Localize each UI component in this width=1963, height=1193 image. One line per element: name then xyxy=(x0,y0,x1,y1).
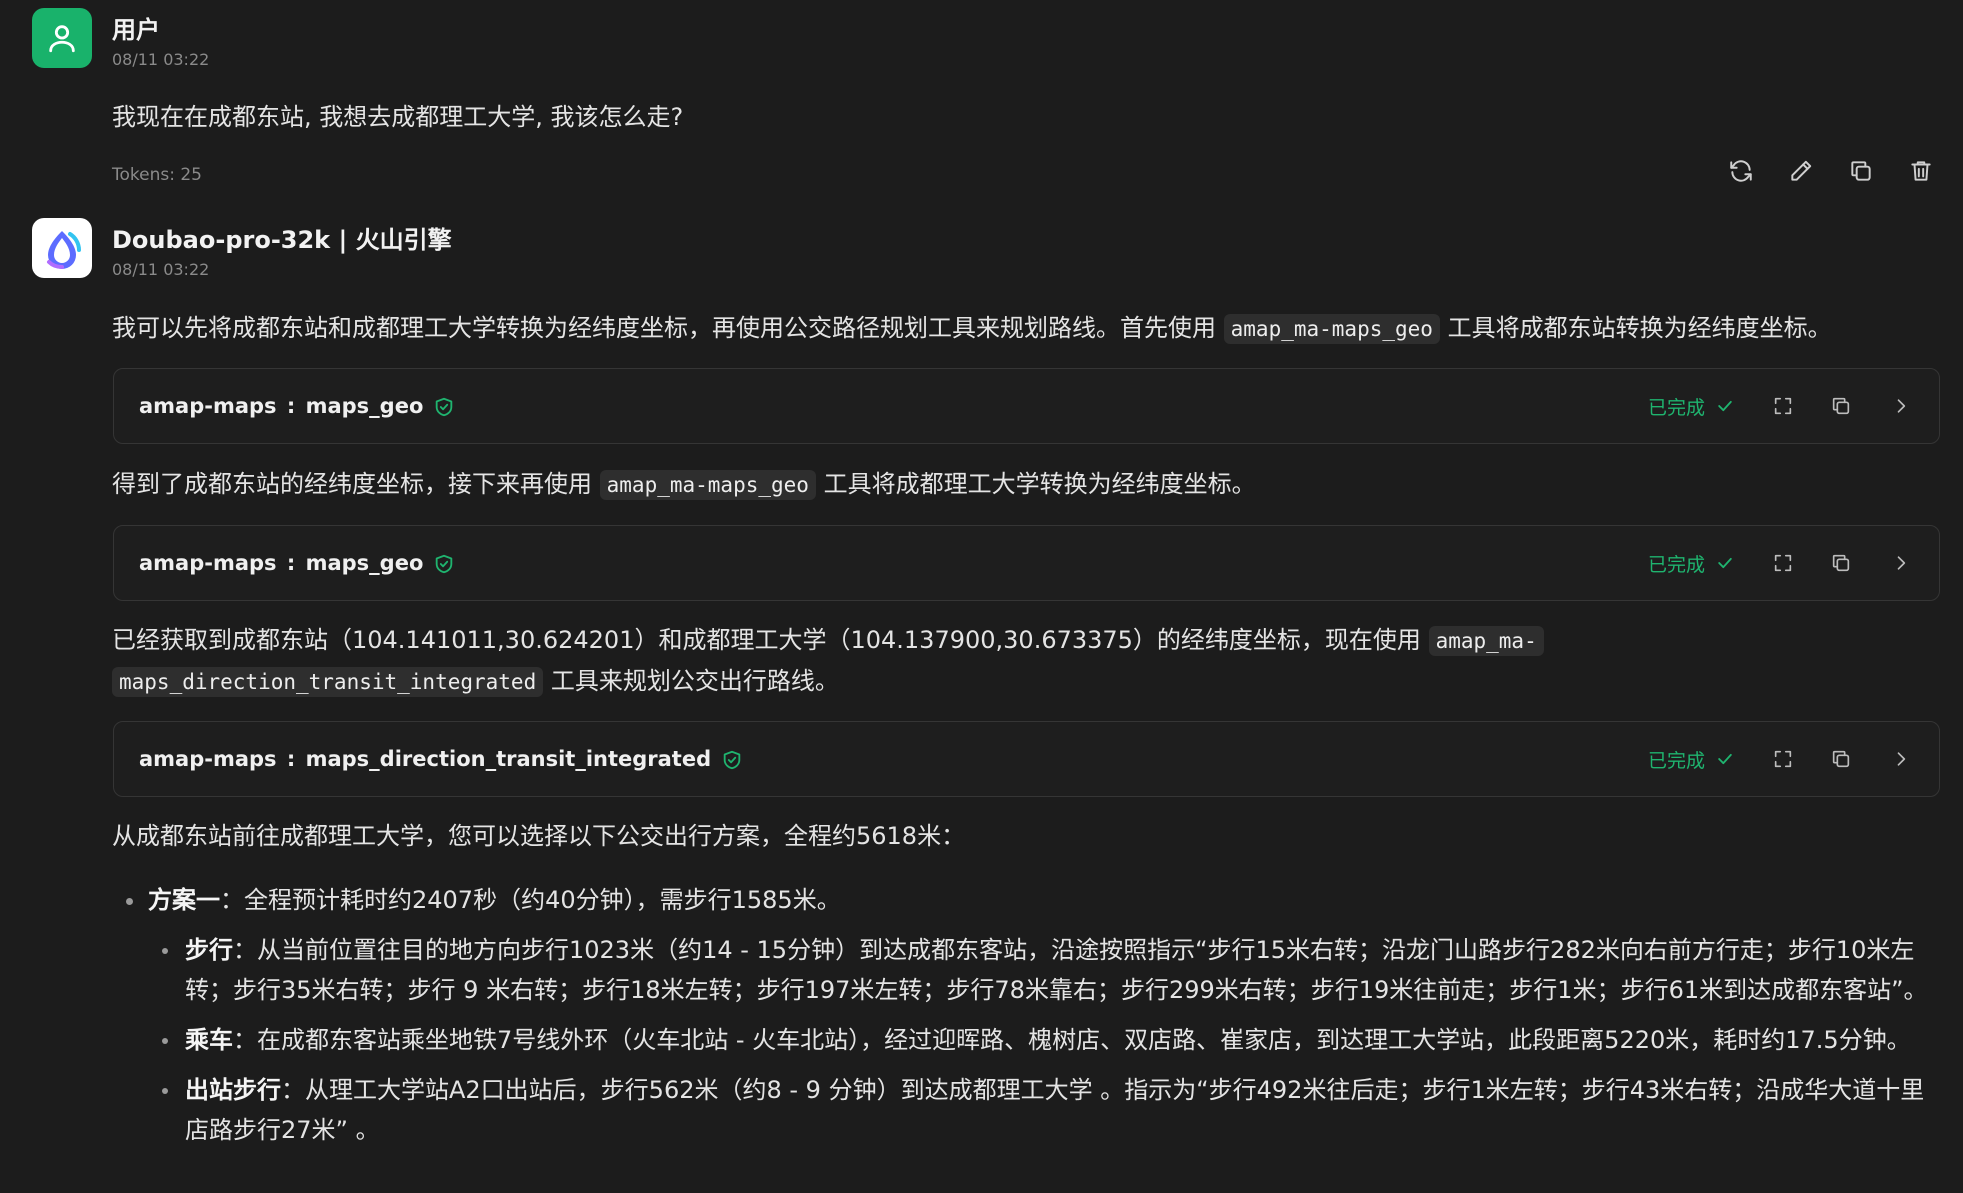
tool-server: amap-maps xyxy=(139,394,277,418)
chevron-right-icon[interactable] xyxy=(1887,549,1915,577)
chevron-right-icon[interactable] xyxy=(1887,745,1915,773)
edit-icon xyxy=(1791,160,1812,181)
p2-text-before: 得到了成都东站的经纬度坐标，接下来再使用 xyxy=(112,470,600,498)
step-label: 步行 xyxy=(185,936,233,964)
tool-separator: : xyxy=(286,551,296,575)
copy-icon[interactable] xyxy=(1827,392,1855,420)
doubao-logo-icon xyxy=(47,231,81,269)
bot-avatar xyxy=(32,218,92,278)
regenerate-button[interactable] xyxy=(1727,157,1755,185)
expand-icon[interactable] xyxy=(1769,745,1797,773)
step-label: 出站步行 xyxy=(185,1076,281,1104)
expand-icon[interactable] xyxy=(1769,392,1797,420)
tool-function: maps_direction_transit_integrated xyxy=(305,747,712,771)
edit-button[interactable] xyxy=(1787,157,1815,185)
route-summary-text: 从成都东站前往成都理工大学，您可以选择以下公交出行方案，全程约5618米： xyxy=(112,822,966,850)
shield-check-icon xyxy=(436,554,453,574)
bot-paragraph-1: 我可以先将成都东站和成都理工大学转换为经纬度坐标，再使用公交路径规划工具来规划路… xyxy=(112,308,1932,349)
copy-icon[interactable] xyxy=(1827,549,1855,577)
chevron-right-icon[interactable] xyxy=(1887,392,1915,420)
p3-text-after: 工具来规划公交出行路线。 xyxy=(543,667,839,695)
tool-call-card[interactable]: amap-maps : maps_geo 已完成 xyxy=(113,368,1940,444)
tool-call-label: amap-maps : maps_geo xyxy=(139,551,455,575)
user-icon xyxy=(49,25,75,53)
copy-button[interactable] xyxy=(1847,157,1875,185)
tool-call-label: amap-maps : maps_geo xyxy=(139,394,455,418)
copy-icon[interactable] xyxy=(1827,745,1855,773)
tool-code-inline: amap_ma-maps_geo xyxy=(599,470,816,500)
tool-function: maps_geo xyxy=(305,551,424,575)
p1-text-before: 我可以先将成都东站和成都理工大学转换为经纬度坐标，再使用公交路径规划工具来规划路… xyxy=(112,314,1224,342)
tool-code-inline: amap_ma- xyxy=(1428,626,1544,656)
message-actions xyxy=(1727,157,1935,185)
list-item: 出站步行：从理工大学站A2口出站后，步行562米（约8 - 9 分钟）到达成都理… xyxy=(148,1070,1932,1150)
check-icon xyxy=(1711,392,1739,420)
p2-text-after: 工具将成都理工大学转换为经纬度坐标。 xyxy=(815,470,1256,498)
p1-text-after: 工具将成都东站转换为经纬度坐标。 xyxy=(1439,314,1832,342)
tool-call-card[interactable]: amap-maps : maps_direction_transit_integ… xyxy=(113,721,1940,797)
expand-icon[interactable] xyxy=(1769,549,1797,577)
bot-paragraph-3: 已经获取到成都东站（104.141011,30.624201）和成都理工大学（1… xyxy=(112,620,1932,702)
tool-separator: : xyxy=(286,747,296,771)
copy-icon xyxy=(1851,161,1871,181)
bot-paragraph-4: 从成都东站前往成都理工大学，您可以选择以下公交出行方案，全程约5618米： xyxy=(112,816,1932,856)
tool-call-label: amap-maps : maps_direction_transit_integ… xyxy=(139,747,743,771)
token-count: Tokens: 25 xyxy=(112,165,202,185)
tool-code-inline: maps_direction_transit_integrated xyxy=(112,667,544,697)
route-plan-list: 方案一：全程预计耗时约2407秒（约40分钟），需步行1585米。 步行：从当前… xyxy=(112,880,1932,1160)
step-text: ：在成都东客站乘坐地铁7号线外环（火车北站 - 火车北站），经过迎晖路、槐树店、… xyxy=(233,1026,1911,1054)
plan-summary: ：全程预计耗时约2407秒（约40分钟），需步行1585米。 xyxy=(220,886,841,914)
delete-button[interactable] xyxy=(1907,157,1935,185)
shield-check-icon xyxy=(436,397,453,417)
list-item: 乘车：在成都东客站乘坐地铁7号线外环（火车北站 - 火车北站），经过迎晖路、槐树… xyxy=(148,1020,1932,1060)
tool-server: amap-maps xyxy=(139,551,277,575)
user-timestamp: 08/11 03:22 xyxy=(112,50,210,69)
refresh-icon xyxy=(1730,160,1752,182)
user-message-text: 我现在在成都东站, 我想去成都理工大学, 我该怎么走? xyxy=(112,97,1932,137)
tool-call-card[interactable]: amap-maps : maps_geo 已完成 xyxy=(113,525,1940,601)
list-item: 方案一：全程预计耗时约2407秒（约40分钟），需步行1585米。 步行：从当前… xyxy=(112,880,1932,1150)
bot-message-header: Doubao-pro-32k | 火山引擎 08/11 03:22 xyxy=(32,218,452,279)
step-text: ：从当前位置往目的地方向步行1023米（约14 - 15分钟）到达成都东客站，沿… xyxy=(185,936,1928,1004)
user-name: 用户 xyxy=(112,16,160,44)
step-label: 乘车 xyxy=(185,1026,233,1054)
p3-text-before: 已经获取到成都东站（104.141011,30.624201）和成都理工大学（1… xyxy=(112,626,1429,654)
chat-page: 用户 08/11 03:22 我现在在成都东站, 我想去成都理工大学, 我该怎么… xyxy=(0,0,1963,1193)
check-icon xyxy=(1711,549,1739,577)
user-message-body: 我现在在成都东站, 我想去成都理工大学, 我该怎么走? xyxy=(112,103,684,131)
tool-code-inline: amap_ma-maps_geo xyxy=(1223,314,1440,344)
bot-paragraph-2: 得到了成都东站的经纬度坐标，接下来再使用 amap_ma-maps_geo 工具… xyxy=(112,464,1932,505)
tool-function: maps_geo xyxy=(305,394,424,418)
tool-status: 已完成 xyxy=(1647,396,1705,419)
bot-name: Doubao-pro-32k | 火山引擎 xyxy=(112,226,452,254)
list-item: 步行：从当前位置往目的地方向步行1023米（约14 - 15分钟）到达成都东客站… xyxy=(148,930,1932,1010)
user-avatar xyxy=(32,8,92,68)
step-text: ：从理工大学站A2口出站后，步行562米（约8 - 9 分钟）到达成都理工大学 … xyxy=(185,1076,1925,1144)
tool-separator: : xyxy=(286,394,296,418)
user-message-header: 用户 08/11 03:22 xyxy=(32,8,209,69)
delete-icon xyxy=(1911,161,1931,181)
check-icon xyxy=(1711,745,1739,773)
bot-timestamp: 08/11 03:22 xyxy=(112,260,210,279)
tool-status: 已完成 xyxy=(1647,553,1705,576)
shield-check-icon xyxy=(723,750,741,770)
plan-title: 方案一 xyxy=(148,886,220,914)
tool-status: 已完成 xyxy=(1647,749,1705,772)
tool-server: amap-maps xyxy=(139,747,277,771)
